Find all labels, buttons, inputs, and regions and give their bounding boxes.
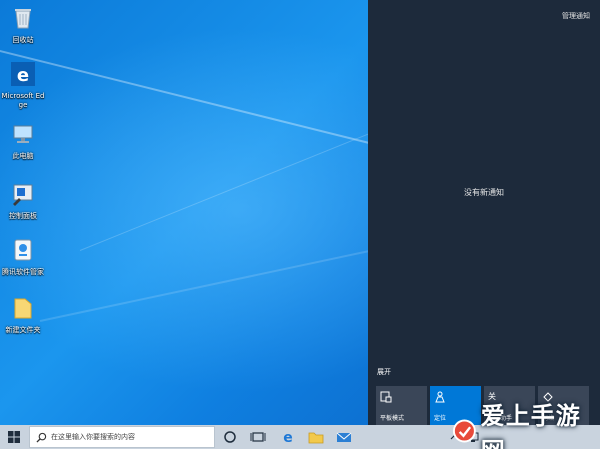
desktop-icon-folder[interactable]: 新建文件夹 — [0, 296, 46, 335]
desktop-icon-this-pc[interactable]: 此电脑 — [0, 122, 46, 161]
desktop-icon-label: Microsoft Edge — [1, 92, 45, 109]
search-icon — [36, 432, 47, 443]
watermark-logo-icon — [452, 419, 476, 442]
action-center-panel: 管理通知 没有新通知 展开 平板模式 定位 关 专注助手 网络 — [368, 0, 600, 425]
svg-text:e: e — [17, 65, 29, 86]
desktop-icon-control-panel[interactable]: 控制面板 — [0, 182, 46, 221]
software-manager-icon — [14, 239, 32, 261]
folder-icon — [14, 298, 32, 319]
desktop-icon-label: 新建文件夹 — [5, 326, 41, 334]
no-notifications-text: 没有新通知 — [464, 188, 504, 197]
manage-notifications-link[interactable]: 管理通知 — [562, 11, 590, 21]
desktop-icon-label: 回收站 — [12, 36, 34, 44]
cortana-icon[interactable] — [222, 429, 238, 445]
search-placeholder: 在这里输入你要搜索的内容 — [51, 433, 135, 441]
quick-action-tablet-mode[interactable]: 平板模式 — [376, 386, 427, 425]
computer-icon — [13, 125, 33, 143]
mail-icon[interactable] — [336, 429, 352, 445]
desktop-icon-software-manager[interactable]: 腾讯软件管家 — [0, 238, 46, 277]
tile-label: 平板模式 — [380, 415, 405, 422]
recycle-bin-icon — [15, 9, 31, 29]
control-panel-icon — [13, 184, 33, 206]
location-icon — [435, 391, 445, 403]
svg-text:e: e — [283, 430, 293, 445]
edge-icon: e — [11, 62, 35, 86]
watermark: 爱上手游网 — [452, 402, 600, 449]
edge-taskbar-icon[interactable]: e — [280, 429, 296, 445]
file-explorer-icon[interactable] — [308, 429, 324, 445]
tile-label: 定位 — [434, 415, 447, 422]
desktop-icon-edge[interactable]: e Microsoft Edge — [0, 62, 46, 110]
expand-link[interactable]: 展开 — [377, 367, 391, 377]
tablet-mode-icon — [380, 391, 392, 403]
watermark-text: 爱上手游网 — [480, 401, 581, 449]
windows-logo-icon — [8, 431, 20, 443]
desktop-icon-label: 腾讯软件管家 — [2, 268, 44, 276]
taskbar-search-box[interactable]: 在这里输入你要搜索的内容 — [29, 426, 215, 448]
start-button[interactable] — [0, 425, 28, 449]
desktop-icon-recycle-bin[interactable]: 回收站 — [0, 6, 46, 45]
task-view-icon[interactable] — [250, 429, 266, 445]
desktop-icon-label: 此电脑 — [12, 152, 34, 160]
desktop-icon-label: 控制面板 — [9, 212, 37, 220]
